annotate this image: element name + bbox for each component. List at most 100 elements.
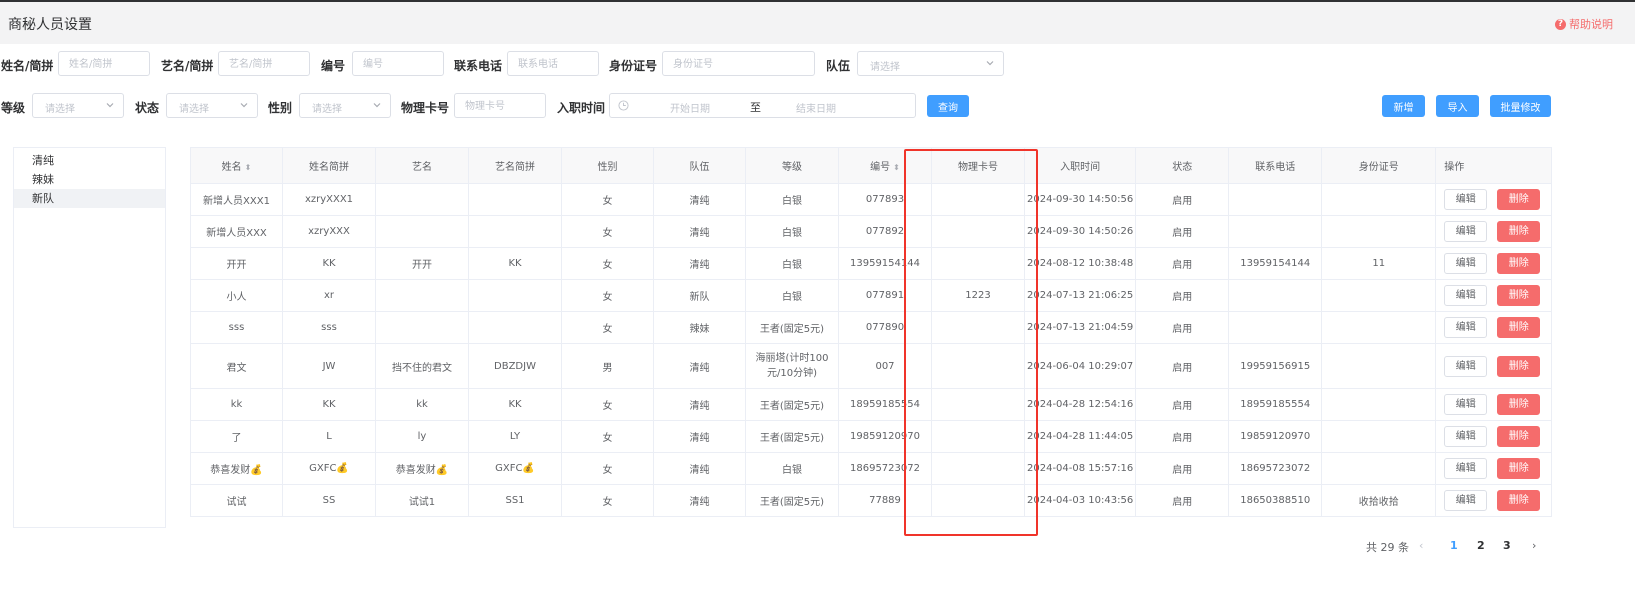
table-cell [931, 247, 1025, 280]
delete-button[interactable]: 删除 [1497, 458, 1541, 479]
table-cell: xzryXXX1 [282, 183, 376, 216]
chevron-right-icon[interactable]: › [1532, 539, 1536, 553]
add-button[interactable]: 新增 [1382, 95, 1425, 117]
team-select-placeholder: 请选择 [870, 62, 900, 73]
end-date-placeholder[interactable]: 结束日期 [796, 100, 836, 115]
phone-filter-field[interactable] [507, 51, 599, 76]
table-cell [1321, 311, 1437, 344]
delete-button[interactable]: 删除 [1497, 317, 1541, 338]
edit-button[interactable]: 编辑 [1444, 490, 1488, 511]
stage-name-filter-field[interactable] [218, 51, 310, 76]
delete-button[interactable]: 删除 [1497, 355, 1541, 377]
table-cell [931, 343, 1025, 389]
table-cell [1228, 311, 1323, 344]
level-select-placeholder: 请选择 [45, 104, 75, 115]
table-cell: 启用 [1135, 388, 1230, 421]
table-cell: 清纯 [653, 343, 746, 389]
table-cell: 女 [561, 311, 654, 344]
table-cell: 启用 [1135, 311, 1230, 344]
sort-icon[interactable]: ⬍ [893, 163, 900, 172]
help-link[interactable]: ? 帮助说明 [1555, 16, 1613, 32]
table-cell [1321, 343, 1437, 389]
column-header: 状态 [1135, 147, 1230, 184]
table-cell: 清纯 [653, 247, 746, 280]
card-filter-field[interactable] [454, 93, 546, 118]
edit-button[interactable]: 编辑 [1444, 221, 1488, 242]
table-cell: 077891 [838, 279, 932, 312]
edit-button[interactable]: 编辑 [1444, 285, 1488, 306]
edit-button[interactable]: 编辑 [1444, 426, 1488, 447]
page-2-button[interactable]: 2 [1477, 539, 1485, 553]
status-select[interactable]: 请选择 [166, 93, 258, 118]
column-header[interactable]: 姓名 ⬍ [190, 147, 283, 184]
table-cell: 开开 [190, 247, 283, 280]
column-header-label: 性别 [597, 162, 618, 173]
team-item[interactable]: 新队 [14, 189, 165, 208]
table-cell: 王者(固定5元) [745, 311, 839, 344]
team-item[interactable]: 清纯 [14, 151, 165, 170]
sort-icon[interactable]: ⬍ [245, 163, 252, 172]
import-button[interactable]: 导入 [1436, 95, 1479, 117]
delete-button[interactable]: 删除 [1497, 426, 1541, 447]
gender-select[interactable]: 请选择 [299, 93, 391, 118]
column-header: 物理卡号 [931, 147, 1025, 184]
query-button[interactable]: 查询 [927, 95, 969, 117]
table-cell: 清纯 [653, 420, 746, 453]
table-cell [1321, 279, 1437, 312]
column-header[interactable]: 编号 ⬍ [838, 147, 932, 184]
stage-name-filter-input[interactable] [219, 53, 309, 76]
delete-button[interactable]: 删除 [1497, 490, 1541, 511]
number-filter-field[interactable] [352, 51, 444, 76]
hire-date-range-picker[interactable]: 开始日期 至 结束日期 [609, 93, 916, 118]
delete-button[interactable]: 删除 [1497, 253, 1541, 274]
column-header-label: 艺名简拼 [495, 162, 535, 173]
delete-button[interactable]: 删除 [1497, 394, 1541, 415]
table-cell: xr [282, 279, 376, 312]
table-cell: 女 [561, 420, 654, 453]
column-header-label: 联系电话 [1255, 162, 1296, 173]
table-cell: 2024-04-28 11:44:05 [1023, 420, 1137, 453]
table-cell [468, 183, 562, 216]
table-cell: 2024-09-30 14:50:26 [1023, 215, 1137, 248]
edit-button[interactable]: 编辑 [1444, 253, 1488, 274]
start-date-placeholder[interactable]: 开始日期 [670, 100, 710, 115]
id-card-filter-field[interactable] [662, 51, 815, 76]
delete-button[interactable]: 删除 [1497, 221, 1541, 242]
number-filter-input[interactable] [353, 53, 443, 76]
table-cell: 白银 [745, 215, 839, 248]
name-filter-input[interactable] [59, 53, 149, 76]
column-header: 艺名 [375, 147, 469, 184]
edit-button[interactable]: 编辑 [1444, 189, 1488, 210]
table-cell: 启用 [1135, 452, 1230, 485]
page-3-button[interactable]: 3 [1503, 539, 1511, 553]
edit-button[interactable]: 编辑 [1444, 458, 1488, 479]
table-cell: 白银 [745, 247, 839, 280]
delete-button[interactable]: 删除 [1497, 285, 1541, 306]
table-cell: KK [468, 388, 562, 421]
edit-button[interactable]: 编辑 [1444, 317, 1488, 338]
edit-button[interactable]: 编辑 [1444, 394, 1488, 415]
column-header-label: 姓名 [221, 162, 242, 173]
team-select[interactable]: 请选择 [857, 51, 1004, 76]
name-filter-field[interactable] [58, 51, 150, 76]
delete-button[interactable]: 删除 [1497, 189, 1541, 210]
table-cell: 启用 [1135, 183, 1230, 216]
table-cell: L [282, 420, 376, 453]
table-cell [468, 311, 562, 344]
level-select[interactable]: 请选择 [32, 93, 124, 118]
batch-edit-button[interactable]: 批量修改 [1490, 95, 1551, 117]
table-row: sss sss 女辣妹 王者(固定5元) 077890 2024-07-13 21:04:… [190, 311, 1553, 344]
column-header-label: 等级 [782, 162, 802, 173]
table-cell: 试试1 [375, 484, 469, 517]
table-cell [1321, 420, 1437, 453]
table-cell: 白银 [745, 279, 839, 312]
stage-name-filter-label: 艺名/简拼 [161, 59, 214, 73]
edit-button[interactable]: 编辑 [1444, 355, 1488, 377]
team-item[interactable]: 辣妹 [14, 170, 165, 189]
card-filter-input[interactable] [455, 95, 545, 118]
id-card-filter-input[interactable] [663, 53, 814, 76]
page-1-button[interactable]: 1 [1450, 539, 1458, 553]
chevron-left-icon[interactable]: ‹ [1419, 539, 1423, 553]
phone-filter-input[interactable] [508, 53, 598, 76]
table-cell [468, 279, 562, 312]
